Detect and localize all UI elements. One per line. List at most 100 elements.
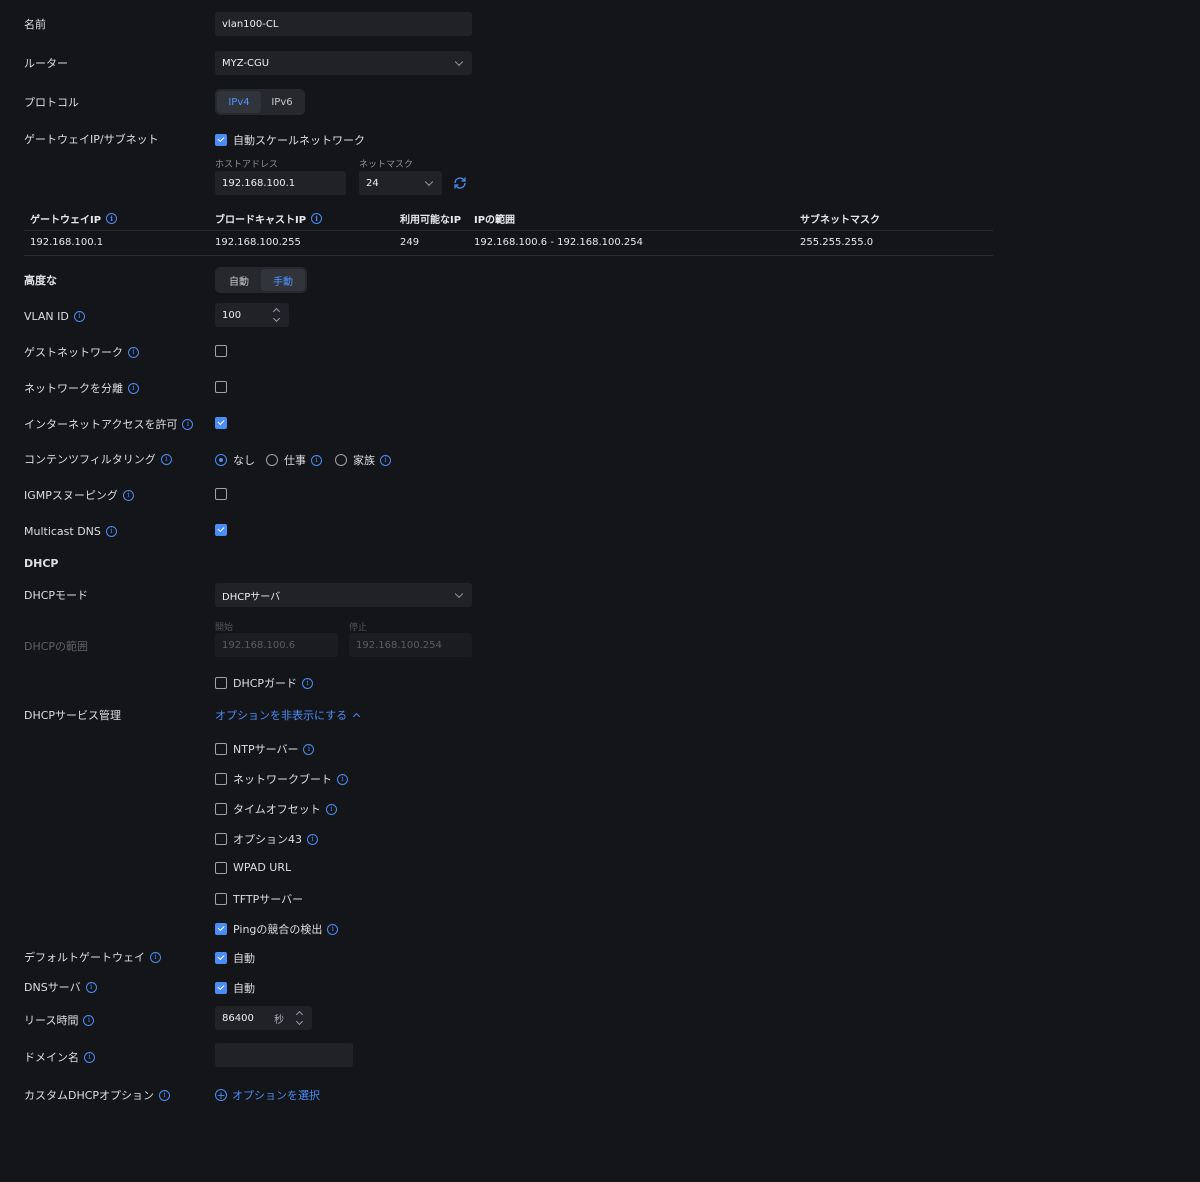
host-address-input[interactable]: 192.168.100.1 [215, 171, 346, 195]
info-icon[interactable]: i [182, 418, 194, 430]
dhcp-option-checkbox[interactable] [215, 833, 227, 845]
info-icon[interactable]: i [73, 310, 85, 322]
dhcp-guard-row[interactable]: DHCPガード i [215, 675, 314, 691]
dhcp-option-row[interactable]: ネットワークブート i [215, 771, 348, 787]
info-icon[interactable]: i [106, 213, 118, 224]
domain-name-label: ドメイン名 i [24, 1049, 95, 1065]
dhcp-option-checkbox[interactable] [215, 923, 227, 935]
dhcp-option-row[interactable]: NTPサーバー i [215, 741, 315, 757]
router-select-value: MYZ-CGU [222, 57, 270, 69]
info-icon[interactable]: i [84, 1051, 95, 1063]
radio-none[interactable] [215, 454, 227, 466]
dhcp-mode-label: DHCPモード [24, 589, 89, 602]
hide-options-link[interactable]: オプションを非表示にする [215, 707, 361, 723]
dhcp-option-label: Pingの競合の検出 [233, 923, 323, 936]
info-icon[interactable]: i [303, 743, 315, 755]
dhcp-option-checkbox[interactable] [215, 803, 227, 815]
range-start-input[interactable]: 192.168.100.6 [215, 633, 338, 657]
info-icon[interactable]: i [325, 803, 337, 815]
lease-time-stepper[interactable]: 86400 秒 [215, 1006, 312, 1030]
dhcp-guard-checkbox[interactable] [215, 677, 227, 689]
info-icon[interactable]: i [128, 346, 139, 358]
content-filter-option-none[interactable]: なし [215, 452, 255, 468]
isolate-network-checkbox[interactable] [215, 381, 227, 393]
dhcp-option-row[interactable]: Pingの競合の検出 i [215, 921, 339, 937]
dns-server-auto-checkbox[interactable] [215, 982, 227, 994]
advanced-option-auto[interactable]: 自動 [217, 269, 261, 291]
allow-internet-checkbox[interactable] [215, 417, 227, 429]
table-header-subnet-mask: サブネットマスク [800, 215, 880, 226]
refresh-icon[interactable] [452, 175, 468, 191]
protocol-option-ipv4[interactable]: IPv4 [217, 91, 261, 113]
vlan-id-label: VLAN ID i [24, 308, 85, 324]
auto-scale-checkbox-row[interactable]: 自動スケールネットワーク [215, 132, 365, 148]
dhcp-option-checkbox[interactable] [215, 893, 227, 905]
info-icon[interactable]: i [105, 525, 117, 537]
info-icon[interactable]: i [311, 213, 323, 224]
dhcp-option-row[interactable]: TFTPサーバー [215, 891, 303, 907]
dhcp-option-row[interactable]: オプション43 i [215, 831, 318, 847]
netmask-select[interactable]: 24 [359, 171, 442, 195]
info-icon[interactable]: i [160, 453, 172, 465]
dhcp-option-row[interactable]: タイムオフセット i [215, 801, 337, 817]
info-icon[interactable]: i [159, 1089, 171, 1101]
dhcp-section-title: DHCP [24, 556, 59, 570]
dhcp-option-checkbox[interactable] [215, 861, 227, 874]
multicast-dns-label: Multicast DNS i [24, 523, 117, 539]
guest-network-checkbox[interactable] [215, 345, 227, 357]
multicast-dns-checkbox[interactable] [215, 524, 227, 536]
info-icon[interactable]: i [311, 454, 322, 466]
auto-scale-label: 自動スケールネットワーク [233, 134, 365, 147]
guest-network-label: ゲストネットワーク i [24, 344, 139, 360]
info-icon[interactable]: i [327, 923, 339, 935]
info-icon[interactable]: i [337, 773, 348, 785]
stepper-arrows-icon[interactable] [296, 1010, 304, 1026]
dhcp-option-label: オプション43 [233, 833, 302, 846]
content-filter-option-work[interactable]: 仕事 i [266, 452, 322, 468]
range-stop-input[interactable]: 192.168.100.254 [349, 633, 472, 657]
dhcp-option-label: NTPサーバー [233, 743, 299, 756]
router-label: ルーター [24, 57, 68, 70]
select-option-link[interactable]: + オプションを選択 [215, 1087, 320, 1103]
info-icon[interactable]: i [122, 489, 134, 501]
dhcp-option-checkbox[interactable] [215, 743, 227, 755]
lease-time-value: 86400 [222, 1012, 254, 1024]
table-header-gateway-ip: ゲートウェイIP i [30, 211, 118, 226]
dns-server-auto-row[interactable]: 自動 [215, 980, 255, 996]
protocol-option-ipv6[interactable]: IPv6 [261, 91, 303, 113]
dhcp-option-label: ネットワークブート [233, 773, 332, 786]
igmp-snooping-label: IGMPスヌーピング i [24, 487, 134, 503]
info-icon[interactable]: i [307, 833, 318, 845]
default-gateway-auto-checkbox[interactable] [215, 952, 227, 964]
content-filter-option-family[interactable]: 家族 i [335, 452, 391, 468]
info-icon[interactable]: i [128, 382, 139, 394]
dns-server-auto-label: 自動 [233, 982, 255, 995]
igmp-snooping-checkbox[interactable] [215, 488, 227, 500]
info-icon[interactable]: i [150, 951, 161, 963]
select-option-link-text: オプションを選択 [232, 1089, 320, 1102]
vlan-id-stepper[interactable]: 100 [215, 303, 289, 327]
router-select[interactable]: MYZ-CGU [215, 51, 472, 75]
radio-family[interactable] [335, 454, 347, 466]
dhcp-option-checkbox[interactable] [215, 773, 227, 785]
auto-scale-checkbox[interactable] [215, 134, 227, 146]
stepper-arrows-icon[interactable] [273, 307, 281, 323]
info-icon[interactable]: i [302, 677, 314, 689]
gateway-subnet-label: ゲートウェイIP/サブネット [24, 133, 159, 146]
advanced-option-manual[interactable]: 手動 [261, 269, 305, 291]
dhcp-mode-select[interactable]: DHCPサーバ [215, 583, 472, 607]
radio-work[interactable] [266, 454, 278, 466]
custom-dhcp-label: カスタムDHCPオプション i [24, 1087, 171, 1103]
dhcp-option-row[interactable]: WPAD URL [215, 861, 291, 874]
lease-time-unit: 秒 [274, 1014, 284, 1026]
netmask-label: ネットマスク [359, 160, 414, 170]
info-icon[interactable]: i [83, 1014, 95, 1026]
name-input[interactable]: vlan100-CL [215, 12, 472, 36]
content-filter-none-label: なし [233, 454, 255, 467]
default-gateway-label-text: デフォルトゲートウェイ [24, 951, 145, 964]
default-gateway-auto-row[interactable]: 自動 [215, 950, 255, 966]
chevron-up-icon [353, 712, 361, 721]
info-icon[interactable]: i [85, 981, 97, 993]
domain-name-input[interactable] [215, 1043, 353, 1067]
info-icon[interactable]: i [380, 454, 391, 466]
